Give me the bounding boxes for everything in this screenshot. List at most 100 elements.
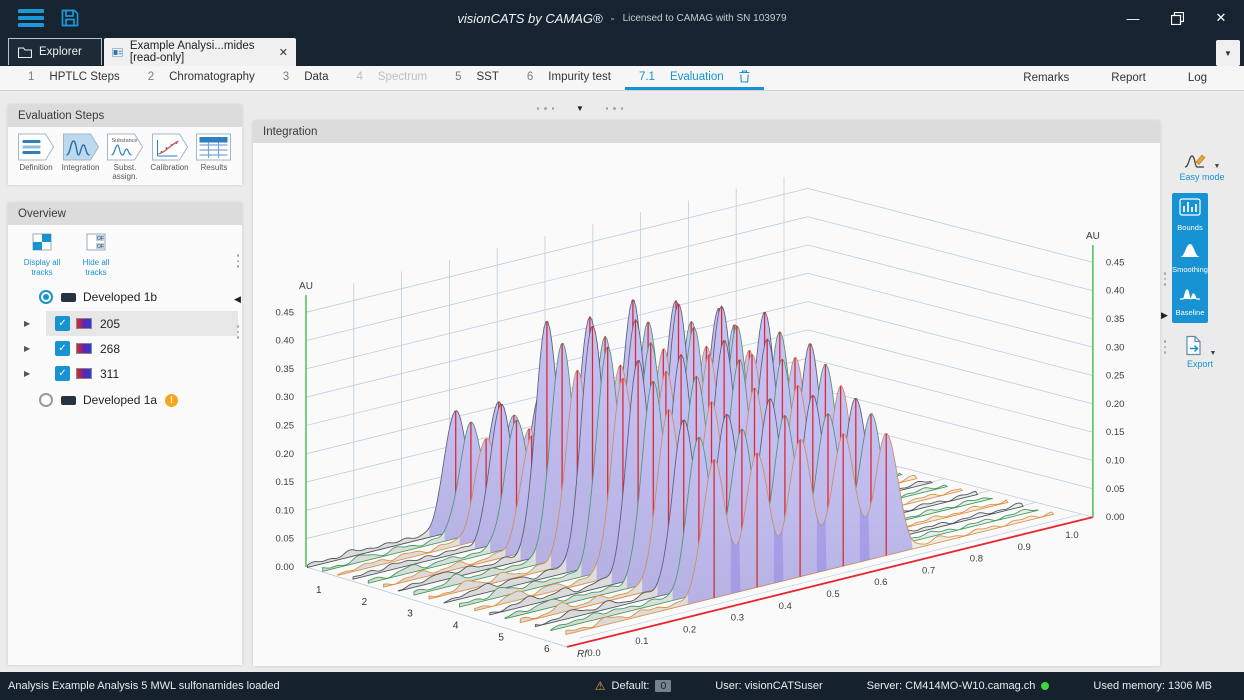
nav-step-chromatography[interactable]: 2Chromatography	[134, 66, 269, 90]
left-splitter-handle[interactable]	[236, 325, 240, 339]
save-icon[interactable]	[60, 8, 80, 28]
nav-step-spectrum[interactable]: 4Spectrum	[342, 66, 441, 90]
svg-text:0.10: 0.10	[1106, 456, 1125, 467]
bounds-button[interactable]: Bounds	[1172, 193, 1208, 236]
smoothing-button[interactable]: Smoothing	[1172, 236, 1208, 279]
status-user: User: visionCATSuser	[693, 680, 844, 692]
display-all-tracks-button[interactable]: Display all tracks	[20, 233, 64, 277]
trash-icon[interactable]	[739, 70, 750, 83]
smoothing-icon	[1179, 242, 1201, 263]
evaluation-steps-panel: Evaluation Steps DefinitionIntegrationSu…	[8, 105, 242, 185]
nav-item-report[interactable]: Report	[1090, 72, 1167, 84]
subst-assign--step-icon: Substance	[106, 133, 144, 161]
eval-step-definition[interactable]: Definition	[14, 133, 58, 181]
expand-arrow-icon[interactable]: ▶	[24, 369, 30, 378]
hide-all-tracks-icon: OFOF	[86, 233, 106, 256]
minimize-button[interactable]: —	[1118, 4, 1148, 32]
top-splitter-handle[interactable]: ▼	[0, 104, 1160, 113]
baseline-button[interactable]: Baseline	[1172, 280, 1208, 323]
track-group-developed-1a[interactable]: Developed 1a!	[8, 386, 242, 414]
track-group-developed-1b[interactable]: Developed 1b	[8, 283, 242, 311]
expand-arrow-icon[interactable]: ▶	[24, 344, 30, 353]
eval-step-calibration[interactable]: Calibration	[148, 133, 192, 181]
checkbox-205[interactable]: ✓	[55, 316, 70, 331]
overview-panel: Overview Display all tracksOFOFHide all …	[8, 203, 242, 665]
default-count-badge: 0	[655, 680, 671, 692]
nav-item-log[interactable]: Log	[1167, 72, 1228, 84]
radio-developed-1a[interactable]	[39, 393, 53, 407]
svg-text:Rf: Rf	[577, 649, 588, 660]
wavelength-row-268[interactable]: ▶✓268	[8, 336, 242, 361]
svg-text:0.30: 0.30	[1106, 342, 1125, 353]
svg-text:OF: OF	[97, 244, 104, 250]
wavelength-swatch	[76, 368, 92, 379]
tab-overflow-button[interactable]: ▼	[1216, 40, 1240, 66]
integration-step-icon	[62, 133, 100, 161]
display-all-tracks-icon	[32, 233, 52, 256]
svg-text:2: 2	[362, 597, 368, 608]
export-button[interactable]: ▼ Export	[1172, 335, 1228, 370]
hide-all-tracks-button[interactable]: OFOFHide all tracks	[74, 233, 118, 277]
svg-text:0.25: 0.25	[1106, 371, 1125, 382]
app-title-main: visionCATS by CAMAG®	[457, 11, 602, 26]
eval-step-subst-assign-[interactable]: SubstanceSubst. assign.	[103, 133, 147, 181]
export-icon	[1184, 335, 1204, 357]
nav-step-evaluation[interactable]: 7.1Evaluation	[625, 66, 764, 90]
restore-button[interactable]	[1162, 4, 1192, 32]
svg-text:0.8: 0.8	[970, 554, 983, 565]
license-text: Licensed to CAMAG with SN 103979	[623, 13, 787, 24]
easy-mode-icon	[1184, 150, 1208, 170]
svg-text:0.1: 0.1	[635, 636, 648, 647]
checkbox-268[interactable]: ✓	[55, 341, 70, 356]
svg-text:0.20: 0.20	[1106, 399, 1125, 410]
top-collapse-icon[interactable]: ▼	[576, 104, 584, 113]
expand-arrow-icon[interactable]: ▶	[24, 319, 30, 328]
hamburger-menu-icon[interactable]	[18, 9, 44, 27]
svg-text:1.0: 1.0	[1065, 530, 1078, 541]
status-server: Server: CM414MO-W10.camag.ch	[845, 680, 1072, 692]
warning-badge-icon: !	[165, 394, 178, 407]
results-step-icon	[195, 133, 233, 161]
nav-step-hptlc-steps[interactable]: 1HPTLC Steps	[14, 66, 134, 90]
tab-bar: Explorer Example Analysi...mides [read-o…	[0, 36, 1244, 66]
right-toolbar: ▼ Easy mode BoundsSmoothingBaseline ▼ Ex…	[1160, 90, 1244, 672]
nav-step-impurity-test[interactable]: 6Impurity test	[513, 66, 625, 90]
eval-step-integration[interactable]: Integration	[59, 133, 103, 181]
left-splitter-handle[interactable]	[236, 254, 240, 268]
svg-text:0.00: 0.00	[276, 562, 295, 573]
wavelength-row-311[interactable]: ▶✓311	[8, 361, 242, 386]
nav-step-data[interactable]: 3Data	[269, 66, 343, 90]
wavelength-swatch	[76, 343, 92, 354]
integration-panel-title: Integration	[253, 121, 1160, 143]
integration-tools-group: BoundsSmoothingBaseline	[1172, 193, 1208, 323]
nav-item-remarks[interactable]: Remarks	[1002, 72, 1090, 84]
svg-text:0.35: 0.35	[1106, 314, 1125, 325]
tab-close-icon[interactable]: ✕	[279, 46, 288, 59]
svg-text:0.15: 0.15	[276, 477, 295, 488]
chromatogram-3d-plot[interactable]: 0.000.050.100.150.200.250.300.350.400.45…	[253, 145, 1160, 666]
svg-text:AU: AU	[299, 281, 313, 292]
tab-explorer[interactable]: Explorer	[8, 38, 102, 65]
eval-step-results[interactable]: Results	[192, 133, 236, 181]
wavelength-swatch	[76, 318, 92, 329]
svg-text:0.5: 0.5	[826, 589, 839, 600]
radio-developed-1b[interactable]	[39, 290, 53, 304]
easy-mode-button[interactable]: ▼ Easy mode	[1174, 150, 1230, 183]
svg-text:0.25: 0.25	[276, 421, 295, 432]
nav-step-sst[interactable]: 5SST	[441, 66, 513, 90]
svg-text:0.7: 0.7	[922, 565, 935, 576]
svg-text:0.45: 0.45	[1106, 257, 1125, 268]
overview-title: Overview	[8, 203, 242, 225]
close-button[interactable]: ✕	[1206, 4, 1236, 32]
svg-text:0.9: 0.9	[1018, 542, 1031, 553]
wavelength-row-205[interactable]: ▶✓205	[8, 311, 242, 336]
svg-text:3: 3	[407, 609, 413, 620]
svg-text:0.05: 0.05	[276, 534, 295, 545]
chevron-down-icon: ▼	[1214, 163, 1221, 170]
svg-text:0.05: 0.05	[1106, 484, 1125, 495]
svg-text:0.30: 0.30	[276, 392, 295, 403]
tab-document[interactable]: Example Analysi...mides [read-only] ✕	[104, 38, 296, 66]
sidebar-collapse-icon[interactable]: ◀	[234, 294, 241, 305]
svg-text:0.10: 0.10	[276, 505, 295, 516]
checkbox-311[interactable]: ✓	[55, 366, 70, 381]
